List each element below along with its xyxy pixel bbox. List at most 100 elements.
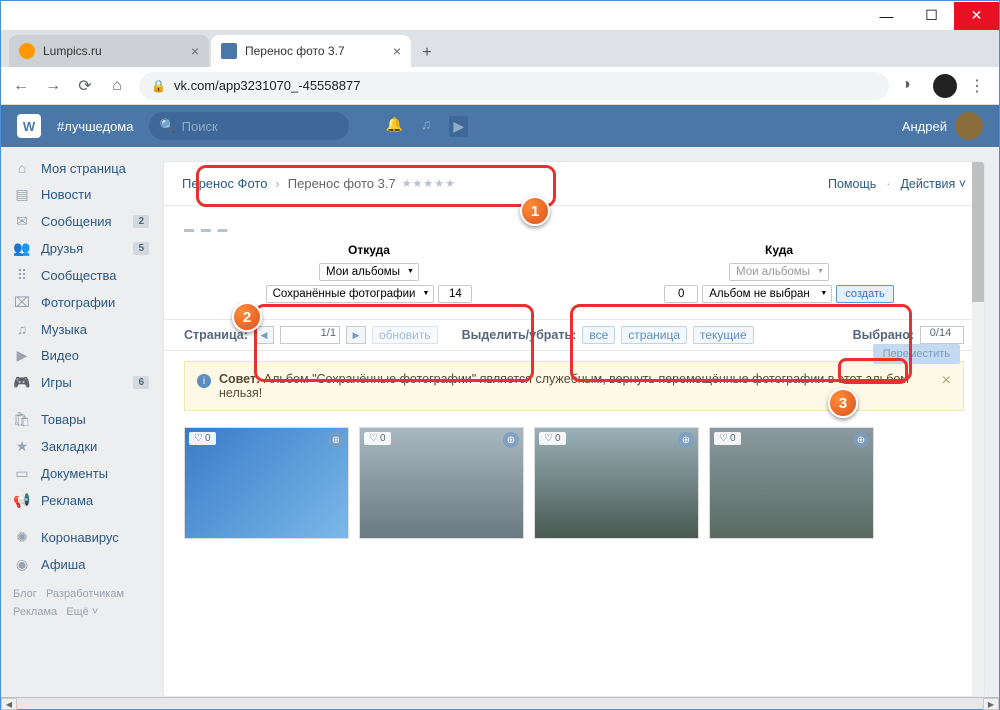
sidebar-item-video[interactable]: ▶ Видео — [1, 342, 161, 369]
scroll-right-button[interactable]: ▶ — [983, 698, 999, 710]
footer-link[interactable]: Реклама — [13, 606, 57, 618]
player-icon[interactable]: ▶ — [449, 116, 468, 137]
next-page-button[interactable]: ▶ — [346, 326, 366, 344]
actions-dropdown[interactable]: Действия ˅ — [900, 177, 966, 191]
footer-link[interactable]: Разработчикам — [46, 588, 124, 600]
to-panel: Куда Мои альбомы 0 Альбом не выбран созд… — [594, 243, 964, 307]
video-icon: ▶ — [13, 347, 31, 364]
select-all-button[interactable]: все — [582, 326, 615, 344]
favicon-icon — [221, 43, 237, 59]
virus-icon: ✺ — [13, 529, 31, 546]
sidebar-footer: Блог Разработчикам Реклама Ещё ˅ — [1, 578, 161, 629]
zoom-icon[interactable]: ⊕ — [853, 432, 869, 448]
vk-search-input[interactable]: 🔍 Поиск — [149, 112, 349, 140]
prev-page-button[interactable]: ◀ — [254, 326, 274, 344]
sidebar-item-market[interactable]: 🛍Товары — [1, 406, 161, 433]
sidebar-item-messages[interactable]: ✉Сообщения2 — [1, 208, 161, 235]
sidebar-item-afisha[interactable]: ◉Афиша — [1, 551, 161, 578]
info-icon: i — [197, 374, 211, 388]
callout-badge: 3 — [828, 388, 858, 418]
create-button[interactable]: создать — [836, 285, 893, 303]
sidebar-label: Закладки — [41, 439, 97, 454]
from-saved-select[interactable]: Сохранённые фотографии — [266, 285, 435, 303]
sidebar-label: Видео — [41, 348, 79, 363]
extension-icon[interactable]: ◑ — [901, 76, 921, 96]
back-button[interactable]: ← — [11, 76, 31, 96]
forward-button[interactable]: → — [43, 76, 63, 96]
browser-menu-button[interactable]: ⋮ — [969, 76, 989, 96]
vk-hashtag[interactable]: #лучшедома — [57, 119, 133, 134]
photo-thumb[interactable]: ♡ 0⊕ — [534, 427, 699, 539]
music-icon[interactable]: ♫ — [421, 116, 432, 137]
docs-icon: ▭ — [13, 465, 31, 482]
url-text: vk.com/app3231070_-45558877 — [174, 78, 360, 93]
sidebar-item-news[interactable]: ▤Новости — [1, 181, 161, 208]
photo-thumb[interactable]: ♡ 0 ⊕ — [184, 427, 349, 539]
browser-tab-strip: Lumpics.ru × Перенос фото 3.7 × + — [1, 31, 999, 67]
market-icon: 🛍 — [13, 411, 31, 428]
sidebar-item-photos[interactable]: ⌧Фотографии — [1, 289, 161, 316]
help-link[interactable]: Помощь — [828, 177, 876, 191]
news-icon: ▤ — [13, 186, 31, 203]
rating-stars[interactable]: ★★★★★ — [402, 177, 456, 190]
move-button[interactable]: Переместить — [873, 344, 960, 364]
sidebar-item-mypage[interactable]: ⌂Моя страница — [1, 155, 161, 181]
footer-link[interactable]: Блог — [13, 588, 37, 600]
ads-icon: 📢 — [13, 492, 31, 509]
breadcrumb-root[interactable]: Перенос Фото — [182, 176, 267, 191]
home-button[interactable]: ⌂ — [107, 76, 127, 96]
browser-toolbar: ← → ⟳ ⌂ 🔒 vk.com/app3231070_-45558877 ◑ … — [1, 67, 999, 105]
music-icon: ♫ — [13, 321, 31, 337]
zoom-icon[interactable]: ⊕ — [503, 432, 519, 448]
tab-close-icon[interactable]: × — [393, 43, 401, 59]
window-minimize-button[interactable]: — — [864, 2, 909, 30]
new-tab-button[interactable]: + — [413, 39, 441, 67]
to-target-select[interactable]: Альбом не выбран — [702, 285, 832, 303]
sidebar-label: Сообщения — [41, 214, 112, 229]
photo-thumb[interactable]: ♡ 0⊕ — [709, 427, 874, 539]
like-badge: ♡ 0 — [189, 432, 216, 445]
close-icon[interactable]: × — [942, 372, 951, 390]
footer-link[interactable]: Ещё ˅ — [66, 606, 98, 618]
chevron-right-icon: › — [275, 176, 279, 191]
sidebar-item-groups[interactable]: ⠿Сообщества — [1, 262, 161, 289]
window-maximize-button[interactable]: ☐ — [909, 2, 954, 30]
sidebar-item-bookmarks[interactable]: ★ Закладки — [1, 433, 161, 460]
sidebar-item-friends[interactable]: 👥Друзья5 — [1, 235, 161, 262]
address-bar[interactable]: 🔒 vk.com/app3231070_-45558877 — [139, 72, 889, 100]
scrollbar-horizontal[interactable]: ◀ ▶ — [1, 697, 999, 709]
selected-count: 0/14 — [920, 326, 964, 344]
browser-tab[interactable]: Lumpics.ru × — [9, 35, 209, 67]
notifications-icon[interactable]: 🔔 — [385, 116, 402, 137]
app-content: Перенос Фото › Перенос фото 3.7 ★★★★★ По… — [163, 161, 985, 697]
sidebar: ⌂Моя страница ▤Новости ✉Сообщения2 👥Друз… — [1, 147, 161, 697]
page-input[interactable]: 1/1 — [280, 326, 340, 344]
sidebar-item-ads[interactable]: 📢Реклама — [1, 487, 161, 514]
scrollbar-vertical[interactable] — [972, 162, 984, 696]
select-page-button[interactable]: страница — [621, 326, 687, 344]
photo-thumb[interactable]: ♡ 0⊕ — [359, 427, 524, 539]
zoom-icon[interactable]: ⊕ — [328, 432, 344, 448]
star-icon: ★ — [13, 438, 31, 455]
profile-avatar[interactable] — [933, 74, 957, 98]
refresh-button[interactable]: обновить — [372, 326, 438, 344]
sidebar-item-music[interactable]: ♫Музыка — [1, 316, 161, 342]
window-close-button[interactable]: ✕ — [954, 2, 999, 30]
vk-user-menu[interactable]: Андрей — [902, 112, 983, 140]
window-titlebar: — ☐ ✕ — [1, 1, 999, 31]
sidebar-item-corona[interactable]: ✺Коронавирус — [1, 524, 161, 551]
badge: 5 — [133, 242, 149, 255]
sidebar-label: Афиша — [41, 557, 85, 572]
zoom-icon[interactable]: ⊕ — [678, 432, 694, 448]
sidebar-item-games[interactable]: 🎮Игры6 — [1, 369, 161, 396]
from-albums-select[interactable]: Мои альбомы — [319, 263, 419, 281]
vk-logo[interactable]: W — [17, 114, 41, 138]
from-title: Откуда — [184, 243, 554, 257]
scroll-left-button[interactable]: ◀ — [1, 698, 17, 710]
to-albums-select[interactable]: Мои альбомы — [729, 263, 829, 281]
select-current-button[interactable]: текущие — [693, 326, 754, 344]
reload-button[interactable]: ⟳ — [75, 76, 95, 96]
sidebar-item-docs[interactable]: ▭Документы — [1, 460, 161, 487]
browser-tab-active[interactable]: Перенос фото 3.7 × — [211, 35, 411, 67]
tab-close-icon[interactable]: × — [191, 43, 199, 59]
